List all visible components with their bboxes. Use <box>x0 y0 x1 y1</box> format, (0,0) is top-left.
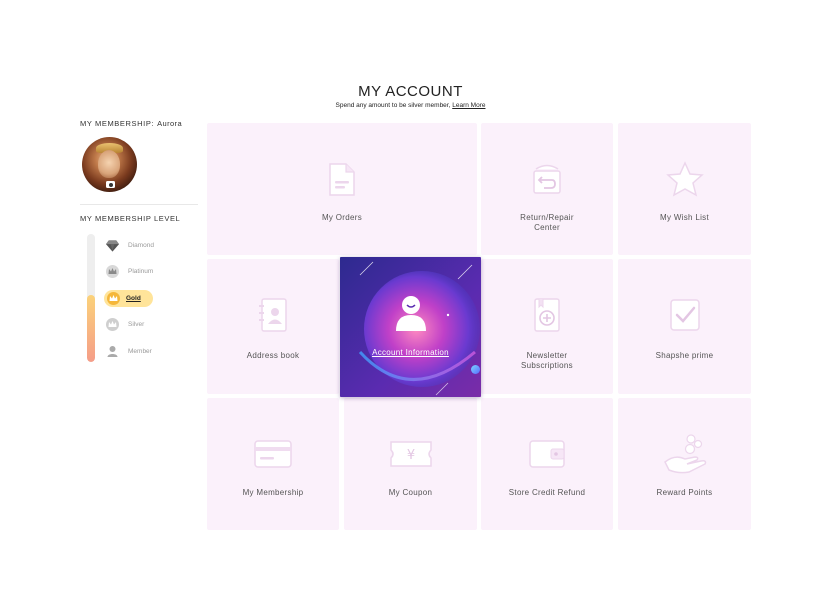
camera-icon[interactable] <box>106 181 115 188</box>
membership-sidebar: MY MEMBERSHIP: Aurora MY MEMBERSHIP LEVEL… <box>80 119 198 362</box>
tile-account-information[interactable]: Account Information <box>340 257 481 397</box>
level-label: Gold <box>126 295 141 302</box>
learn-more-link[interactable]: Learn More <box>452 102 485 109</box>
document-icon <box>325 161 359 197</box>
username: Aurora <box>157 119 183 128</box>
tile-reward-points[interactable]: Reward Points <box>618 398 751 530</box>
level-platinum: Platinum <box>106 263 153 280</box>
decor-sphere <box>471 365 480 374</box>
tile-wish-list[interactable]: My Wish List <box>618 123 751 255</box>
tile-store-credit-refund[interactable]: Store Credit Refund <box>481 398 613 530</box>
page-title: MY ACCOUNT <box>358 83 463 100</box>
level-label: Platinum <box>128 268 154 275</box>
tile-my-membership[interactable]: My Membership <box>207 398 339 530</box>
tile-label: My Coupon <box>388 488 433 497</box>
tile-label: Account Information <box>372 348 449 357</box>
tile-label-line: Return/Repair <box>520 213 574 222</box>
level-diamond: Diamond <box>106 237 154 254</box>
level-label: Member <box>128 348 152 355</box>
return-box-icon <box>530 161 564 197</box>
level-progress-track <box>87 234 95 362</box>
user-icon <box>394 295 428 331</box>
tile-newsletter-subscriptions[interactable]: Newsletter Subscriptions <box>481 259 613 394</box>
membership-heading-label: MY MEMBERSHIP: <box>80 119 155 128</box>
tile-label: Shapshe prime <box>655 351 714 360</box>
tile-label: My Wish List <box>660 213 709 222</box>
tile-label: My Orders <box>321 213 363 222</box>
tile-label: My Membership <box>242 488 304 497</box>
tile-label-line: Subscriptions <box>521 360 573 370</box>
address-book-icon <box>256 297 290 333</box>
tile-label: Return/Repair Center <box>481 213 613 232</box>
member-icon <box>106 345 119 358</box>
avatar-face <box>98 150 120 178</box>
subscription-icon <box>530 297 564 333</box>
tile-label: Reward Points <box>656 488 713 497</box>
membership-level-heading: MY MEMBERSHIP LEVEL <box>80 214 181 223</box>
svg-text:¥: ¥ <box>406 448 414 463</box>
gold-crown-icon <box>107 292 120 305</box>
level-member: Member <box>106 343 152 360</box>
tile-label-line: Newsletter <box>526 351 568 360</box>
tile-label: Newsletter Subscriptions <box>481 351 613 370</box>
sidebar-divider <box>80 204 198 205</box>
coupon-icon: ¥ <box>387 436 435 472</box>
level-progress-fill <box>87 295 95 362</box>
level-gold: Gold <box>104 290 153 307</box>
tile-return-repair[interactable]: Return/Repair Center <box>481 123 613 255</box>
tile-my-orders[interactable]: My Orders <box>207 123 477 255</box>
avatar[interactable] <box>82 137 137 192</box>
tile-label: Address book <box>246 351 300 360</box>
tile-label-line: Center <box>534 222 560 232</box>
page-header: MY ACCOUNT Spend any amount to be silver… <box>0 83 821 109</box>
wallet-icon <box>527 436 567 472</box>
level-label: Diamond <box>128 242 155 249</box>
tile-address-book[interactable]: Address book <box>207 259 339 394</box>
membership-hint: Spend any amount to be silver member, Le… <box>0 102 821 109</box>
tile-my-coupon[interactable]: ¥ My Coupon <box>344 398 477 530</box>
account-tiles-grid: My Orders Return/Repair Center My Wish L… <box>207 123 751 531</box>
diamond-icon <box>106 239 119 252</box>
checkmark-icon <box>668 297 702 333</box>
tile-shapshe-prime[interactable]: Shapshe prime <box>618 259 751 394</box>
silver-crown-icon <box>106 318 119 331</box>
card-icon <box>253 436 293 472</box>
level-label: Silver <box>128 321 145 328</box>
membership-hint-text: Spend any amount to be silver member, <box>335 102 451 109</box>
membership-heading: MY MEMBERSHIP: Aurora <box>80 119 198 128</box>
star-icon <box>665 161 705 197</box>
platinum-crown-icon <box>106 265 119 278</box>
hand-coins-icon <box>661 432 709 474</box>
tile-label: Store Credit Refund <box>508 488 586 497</box>
level-silver: Silver <box>106 316 144 333</box>
